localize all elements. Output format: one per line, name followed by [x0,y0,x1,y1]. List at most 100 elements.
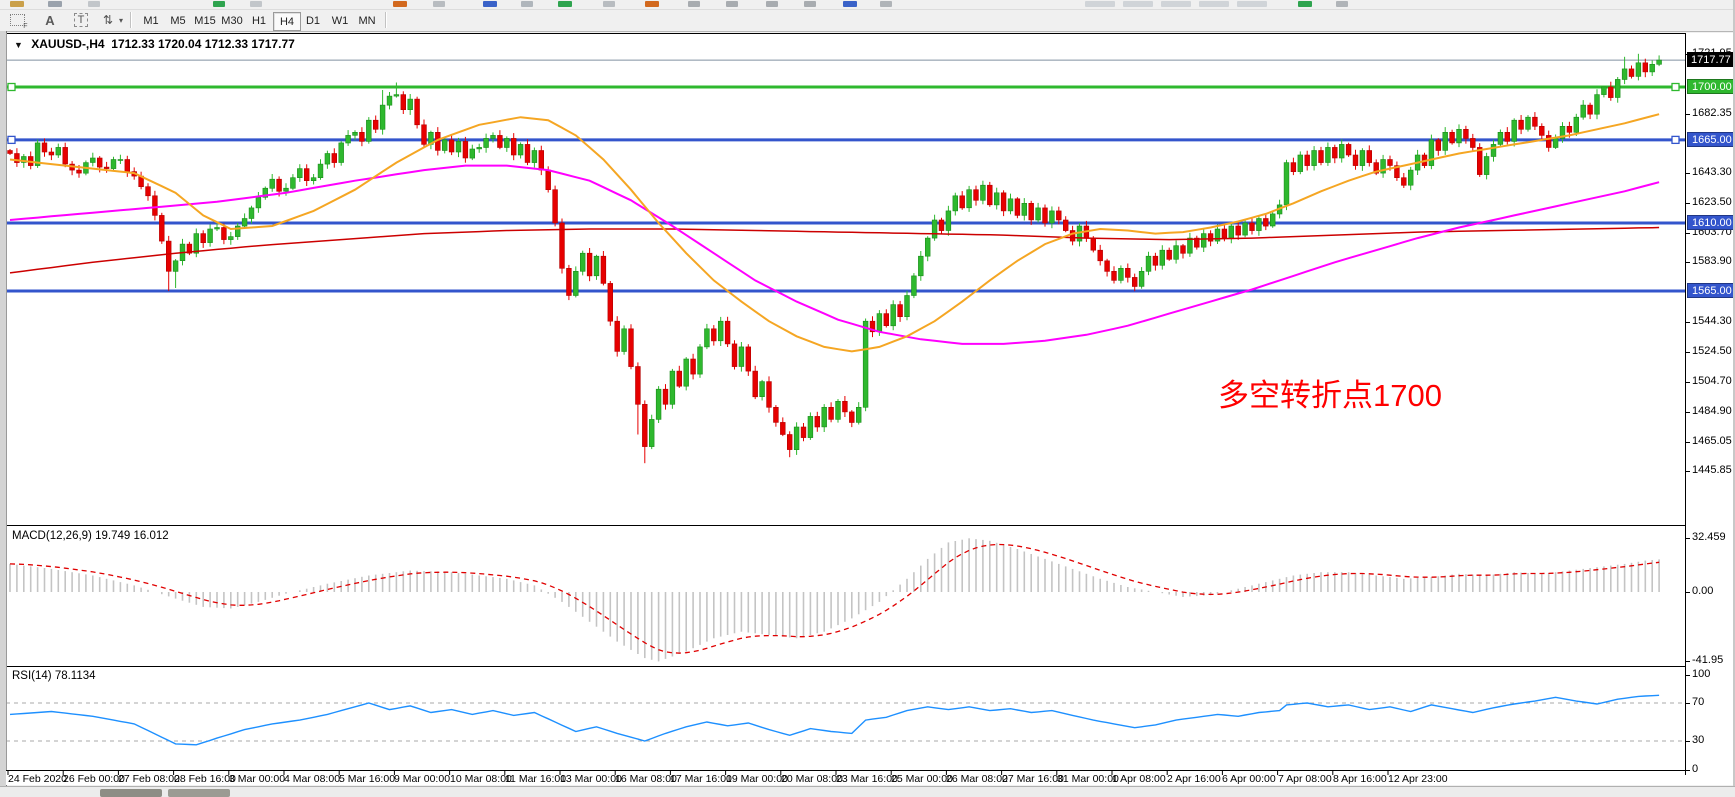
toolbar-icon-fragment[interactable] [10,1,24,7]
toolbar-icon-fragment[interactable] [250,1,262,7]
level-line-handle[interactable] [8,84,15,91]
price-tick-label: 1682.35 [1692,107,1732,119]
toolbar-icon-fragment[interactable] [558,1,572,7]
text-tool-icon[interactable]: A [42,11,58,29]
toolbar-icon-fragment[interactable] [1298,1,1312,7]
toolbar-separator [385,12,387,28]
ma-magenta-line [10,166,1659,344]
date-label: 4 Mar 08:00 [284,773,340,785]
toolbar-icon-fragment[interactable] [483,1,497,7]
timeframe-button-H1[interactable]: H1 [246,12,272,29]
date-label: 20 Mar 08:00 [781,773,843,785]
toolbar-icon-fragment[interactable] [1161,1,1191,7]
toolbar-icon-fragment[interactable] [88,1,100,7]
toolbar-icon-fragment[interactable] [1237,1,1267,7]
annotation-text[interactable]: 多空转折点1700 [1218,370,1442,415]
toolbar-icon-fragment[interactable] [880,1,892,7]
text-label-tool-icon[interactable]: T [72,11,90,29]
date-label: 7 Apr 08:00 [1278,773,1332,785]
macd-tick-mark [1686,592,1690,593]
date-label: 28 Feb 16:00 [174,773,236,785]
timeframe-button-H4[interactable]: H4 [273,12,301,31]
timeframe-button-M15[interactable]: M15 [192,12,218,29]
date-label: 31 Mar 00:00 [1057,773,1119,785]
price-tick-mark [1686,262,1690,263]
arrows-dropdown-caret-icon[interactable]: ▾ [116,11,126,29]
toolbar-icon-fragment[interactable] [603,1,615,7]
chart-dropdown-icon[interactable]: ▼ [14,40,23,50]
cycle-arrows-icon[interactable]: ⇅ [100,11,116,29]
price-level-badge: 1610.00 [1687,215,1734,230]
macd-tick-mark [1686,661,1690,662]
toolbar-icon-fragment[interactable] [1336,1,1348,7]
timeframe-button-M5[interactable]: M5 [165,12,191,29]
crosshair-tool-icon[interactable]: F [8,11,26,29]
date-label: 6 Apr 00:00 [1222,773,1276,785]
toolbar-icon-fragment[interactable] [433,1,445,7]
toolbar-icon-fragment[interactable] [1199,1,1229,7]
price-tick-mark [1686,442,1690,443]
price-tick-mark [1686,322,1690,323]
chart-title: ▼ XAUUSD-,H4 1712.33 1720.04 1712.33 171… [14,37,295,51]
date-label: 2 Apr 16:00 [1167,773,1221,785]
price-tick-label: 1465.05 [1692,435,1732,447]
timeframe-button-MN[interactable]: MN [354,12,380,29]
timeframe-button-M30[interactable]: M30 [219,12,245,29]
toolbar: F A T ⇅ ▾ M1M5M15M30H1H4D1W1MN [0,10,1735,32]
date-label: 16 Mar 08:00 [615,773,677,785]
price-tick-mark [1686,233,1690,234]
price-tick-label: 1583.90 [1692,255,1732,267]
toolbar-icon-fragment[interactable] [213,1,225,7]
toolbar-icon-fragment[interactable] [393,1,407,7]
toolbar-icon-fragment[interactable] [804,1,816,7]
date-label: 24 Feb 2020 [8,773,67,785]
date-label: 10 Mar 08:00 [450,773,512,785]
price-tick-mark [1686,203,1690,204]
date-label: 11 Mar 16:00 [505,773,566,785]
date-label: 12 Apr 23:00 [1388,773,1448,785]
macd-tick-mark [1686,538,1690,539]
level-line-handle[interactable] [8,136,15,143]
rsi-tick-mark [1686,741,1690,742]
price-tick-mark [1686,114,1690,115]
macd-signal-line [10,545,1659,654]
date-label: 1 Apr 08:00 [1112,773,1166,785]
price-tick-label: 1544.30 [1692,315,1732,327]
ma-red-line [10,228,1659,273]
toolbar-icon-fragment[interactable] [1123,1,1153,7]
toolbar-icon-fragment[interactable] [645,1,659,7]
price-tick-label: 1445.85 [1692,464,1732,476]
status-bar [0,786,1735,797]
level-line-handle[interactable] [1672,136,1679,143]
date-label: 9 Mar 00:00 [394,773,450,785]
price-tick-mark [1686,412,1690,413]
toolbar-icon-fragment[interactable] [688,1,700,7]
level-line-handle[interactable] [1672,84,1679,91]
date-label: 17 Mar 16:00 [670,773,732,785]
macd-indicator-label: MACD(12,26,9) 19.749 16.012 [12,530,169,542]
toolbar-icon-fragment[interactable] [521,1,533,7]
rsi-panel [6,695,1686,745]
statusbar-item [100,789,162,797]
rsi-tick-mark [1686,703,1690,704]
horizontal-level-lines[interactable] [6,60,1686,291]
chart-symbol-period: XAUUSD-,H4 [31,37,104,51]
date-label: 13 Mar 00:00 [560,773,622,785]
price-tick-mark [1686,352,1690,353]
price-tick-label: 1643.30 [1692,166,1732,178]
toolbar-icon-fragment[interactable] [726,1,738,7]
price-tick-label: 1484.90 [1692,405,1732,417]
macd-panel [10,538,1659,661]
date-label: 25 Mar 00:00 [891,773,953,785]
toolbar-icon-fragment[interactable] [766,1,778,7]
toolbar-icon-fragment[interactable] [1085,1,1115,7]
date-label: 8 Apr 16:00 [1333,773,1387,785]
timeframe-button-M1[interactable]: M1 [138,12,164,29]
timeframe-button-W1[interactable]: W1 [327,12,353,29]
chart-ohlc-values: 1712.33 1720.04 1712.33 1717.77 [111,37,295,51]
toolbar-icon-fragment[interactable] [48,1,62,7]
toolbar-icon-fragment[interactable] [843,1,857,7]
timeframe-button-D1[interactable]: D1 [300,12,326,29]
crosshair-f-label: F [23,23,27,30]
price-level-badge: 1665.00 [1687,132,1734,147]
